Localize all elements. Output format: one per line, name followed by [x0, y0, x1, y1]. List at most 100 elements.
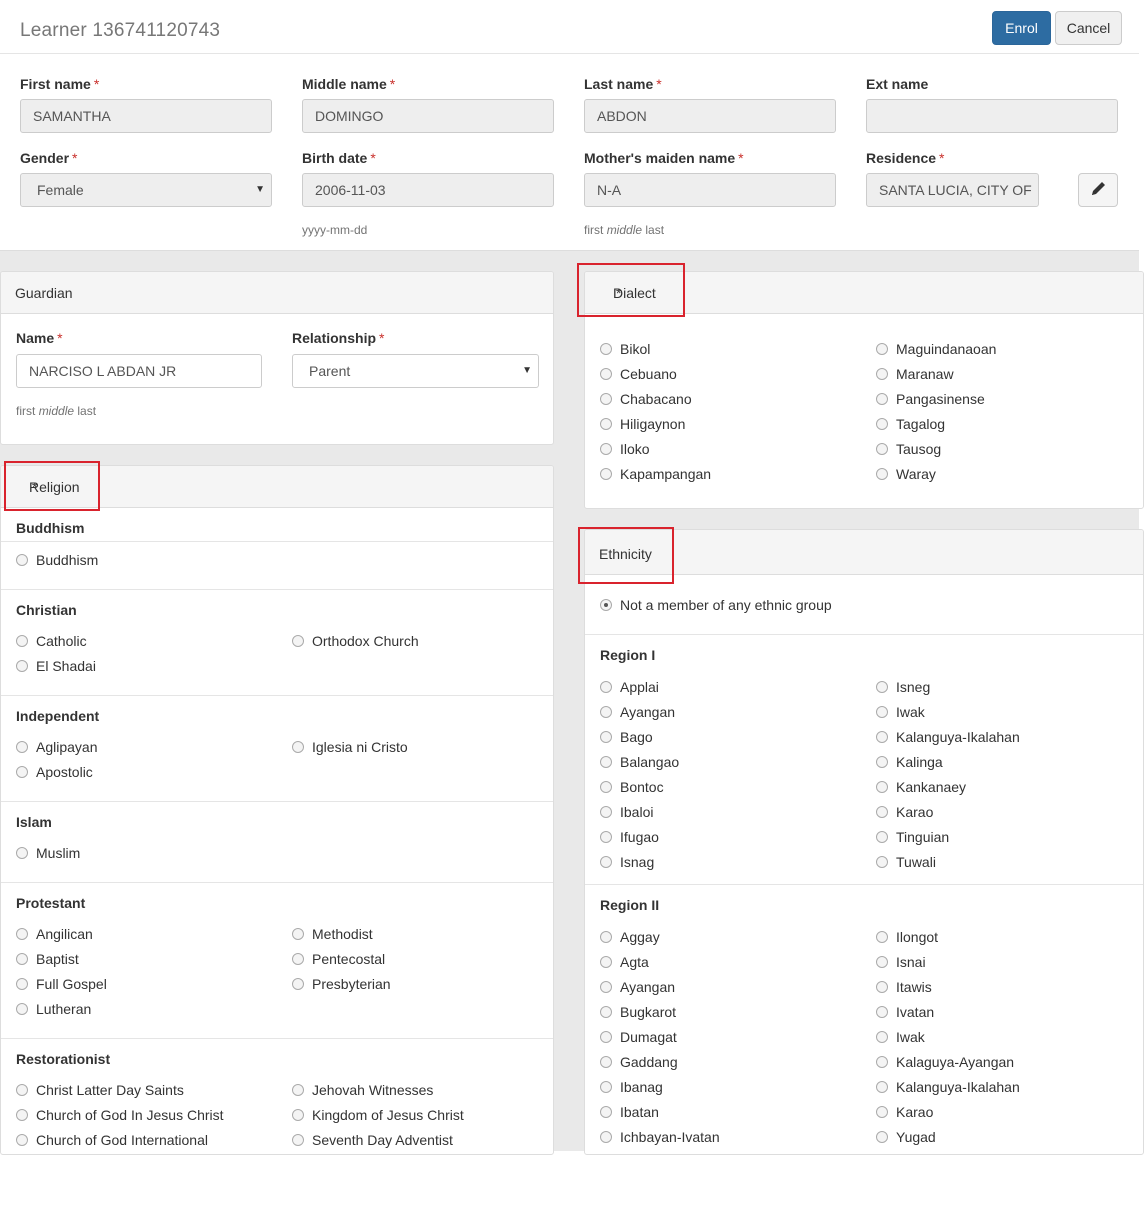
ethnicity-option-ibatan[interactable]: Ibatan: [600, 1103, 659, 1121]
radio-button[interactable]: [600, 981, 612, 993]
ethnicity-option-bontoc[interactable]: Bontoc: [600, 778, 664, 796]
radio-button[interactable]: [600, 706, 612, 718]
ethnicity-option-tuwali[interactable]: Tuwali: [876, 853, 936, 871]
ethnicity-option-kalinga[interactable]: Kalinga: [876, 753, 943, 771]
ethnicity-option-itawis[interactable]: Itawis: [876, 978, 932, 996]
radio-button[interactable]: [876, 706, 888, 718]
radio-button[interactable]: [876, 443, 888, 455]
radio-button[interactable]: [600, 599, 612, 611]
ethnicity-option-isnai[interactable]: Isnai: [876, 953, 926, 971]
guardian-name-field[interactable]: NARCISO L ABDAN JR: [16, 354, 262, 388]
ethnicity-option-bago[interactable]: Bago: [600, 728, 653, 746]
ethnicity-option-isnag[interactable]: Isnag: [600, 853, 654, 871]
radio-button[interactable]: [876, 1031, 888, 1043]
radio-button[interactable]: [16, 953, 28, 965]
radio-button[interactable]: [600, 731, 612, 743]
radio-button[interactable]: [16, 1084, 28, 1096]
religion-option-iglesia-ni-cristo[interactable]: Iglesia ni Cristo: [292, 738, 408, 756]
first-name-field[interactable]: SAMANTHA: [20, 99, 272, 133]
radio-button[interactable]: [600, 781, 612, 793]
ethnicity-option-not-a-member-of-any-ethnic-group[interactable]: Not a member of any ethnic group: [600, 596, 832, 614]
radio-button[interactable]: [16, 660, 28, 672]
dialect-option-tausog[interactable]: Tausog: [876, 440, 941, 458]
ext-name-field[interactable]: [866, 99, 1118, 133]
radio-button[interactable]: [876, 956, 888, 968]
radio-button[interactable]: [16, 978, 28, 990]
radio-button[interactable]: [876, 856, 888, 868]
dialect-option-chabacano[interactable]: Chabacano: [600, 390, 692, 408]
residence-field[interactable]: SANTA LUCIA, CITY OF: [866, 173, 1039, 207]
radio-button[interactable]: [600, 931, 612, 943]
radio-button[interactable]: [600, 956, 612, 968]
radio-button[interactable]: [600, 343, 612, 355]
radio-button[interactable]: [600, 1006, 612, 1018]
radio-button[interactable]: [876, 681, 888, 693]
relationship-select[interactable]: Parent ▼: [292, 354, 539, 388]
dialect-option-waray[interactable]: Waray: [876, 465, 936, 483]
radio-button[interactable]: [292, 953, 304, 965]
radio-button[interactable]: [600, 1056, 612, 1068]
radio-button[interactable]: [16, 847, 28, 859]
ethnicity-option-ivatan[interactable]: Ivatan: [876, 1003, 934, 1021]
religion-option-church-of-god-international[interactable]: Church of God International: [16, 1131, 208, 1149]
religion-option-aglipayan[interactable]: Aglipayan: [16, 738, 98, 756]
radio-button[interactable]: [876, 756, 888, 768]
ethnicity-option-ibaloi[interactable]: Ibaloi: [600, 803, 653, 821]
radio-button[interactable]: [600, 1081, 612, 1093]
radio-button[interactable]: [600, 856, 612, 868]
ethnicity-option-ibanag[interactable]: Ibanag: [600, 1078, 663, 1096]
religion-option-lutheran[interactable]: Lutheran: [16, 1000, 91, 1018]
radio-button[interactable]: [600, 418, 612, 430]
radio-button[interactable]: [16, 1003, 28, 1015]
radio-button[interactable]: [600, 368, 612, 380]
religion-option-catholic[interactable]: Catholic: [16, 632, 87, 650]
ethnicity-option-kankanaey[interactable]: Kankanaey: [876, 778, 966, 796]
dialect-option-pangasinense[interactable]: Pangasinense: [876, 390, 985, 408]
dialect-option-maguindanaoan[interactable]: Maguindanaoan: [876, 340, 996, 358]
radio-button[interactable]: [876, 931, 888, 943]
radio-button[interactable]: [876, 468, 888, 480]
radio-button[interactable]: [292, 1134, 304, 1146]
radio-button[interactable]: [876, 806, 888, 818]
mother-maiden-name-field[interactable]: N-A: [584, 173, 836, 207]
birth-date-field[interactable]: 2006-11-03: [302, 173, 554, 207]
dialect-option-hiligaynon[interactable]: Hiligaynon: [600, 415, 685, 433]
radio-button[interactable]: [600, 681, 612, 693]
last-name-field[interactable]: ABDON: [584, 99, 836, 133]
religion-option-church-of-god-in-jesus-christ[interactable]: Church of God In Jesus Christ: [16, 1106, 224, 1124]
ethnicity-option-kalanguya-ikalahan[interactable]: Kalanguya-Ikalahan: [876, 1078, 1020, 1096]
radio-button[interactable]: [876, 781, 888, 793]
dialect-option-kapampangan[interactable]: Kapampangan: [600, 465, 711, 483]
radio-button[interactable]: [876, 981, 888, 993]
ethnicity-option-tinguian[interactable]: Tinguian: [876, 828, 949, 846]
ethnicity-option-iwak[interactable]: Iwak: [876, 703, 925, 721]
radio-button[interactable]: [876, 731, 888, 743]
radio-button[interactable]: [600, 806, 612, 818]
radio-button[interactable]: [876, 1056, 888, 1068]
gender-select[interactable]: Female ▼: [20, 173, 272, 207]
radio-button[interactable]: [876, 1006, 888, 1018]
ethnicity-option-iwak[interactable]: Iwak: [876, 1028, 925, 1046]
radio-button[interactable]: [600, 393, 612, 405]
radio-button[interactable]: [16, 635, 28, 647]
ethnicity-option-ilongot[interactable]: Ilongot: [876, 928, 938, 946]
radio-button[interactable]: [16, 554, 28, 566]
ethnicity-option-balangao[interactable]: Balangao: [600, 753, 679, 771]
religion-option-baptist[interactable]: Baptist: [16, 950, 79, 968]
religion-option-apostolic[interactable]: Apostolic: [16, 763, 93, 781]
radio-button[interactable]: [600, 443, 612, 455]
religion-option-angilican[interactable]: Angilican: [16, 925, 93, 943]
radio-button[interactable]: [292, 928, 304, 940]
radio-button[interactable]: [876, 1081, 888, 1093]
radio-button[interactable]: [876, 1106, 888, 1118]
ethnicity-option-ayangan[interactable]: Ayangan: [600, 978, 675, 996]
ethnicity-option-isneg[interactable]: Isneg: [876, 678, 930, 696]
religion-option-kingdom-of-jesus-christ[interactable]: Kingdom of Jesus Christ: [292, 1106, 464, 1124]
ethnicity-option-aggay[interactable]: Aggay: [600, 928, 660, 946]
religion-option-jehovah-witnesses[interactable]: Jehovah Witnesses: [292, 1081, 433, 1099]
dialect-option-bikol[interactable]: Bikol: [600, 340, 650, 358]
radio-button[interactable]: [600, 831, 612, 843]
ethnicity-option-kalaguya-ayangan[interactable]: Kalaguya-Ayangan: [876, 1053, 1014, 1071]
ethnicity-option-yugad[interactable]: Yugad: [876, 1128, 936, 1146]
ethnicity-option-kalanguya-ikalahan[interactable]: Kalanguya-Ikalahan: [876, 728, 1020, 746]
